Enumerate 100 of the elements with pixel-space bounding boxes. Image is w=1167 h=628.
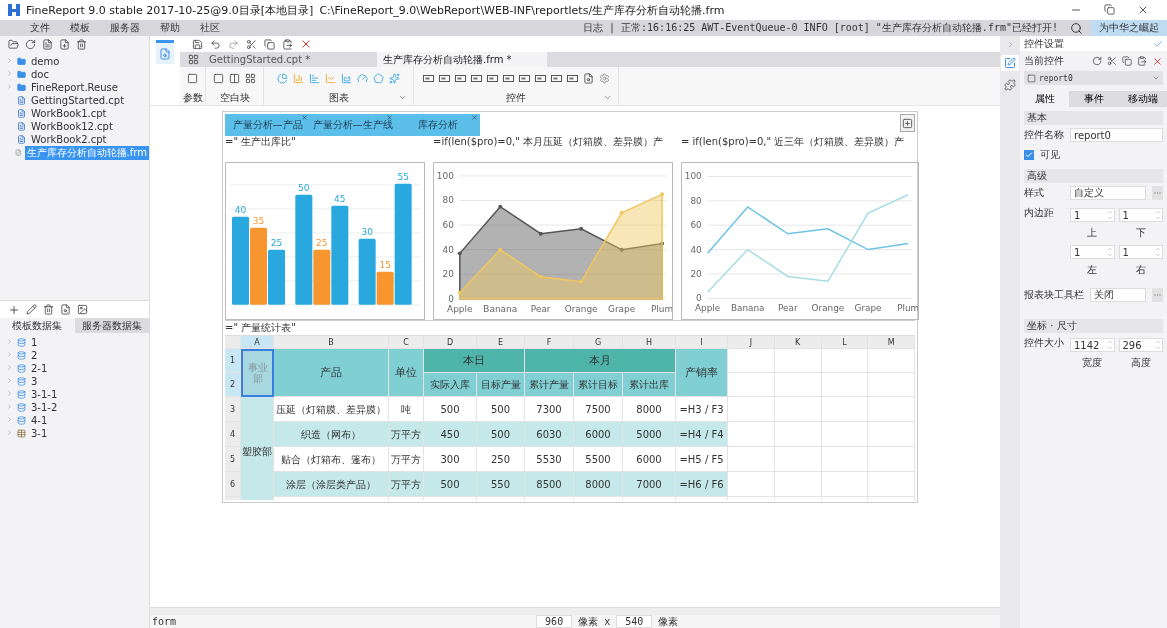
visible-checkbox[interactable] xyxy=(1024,150,1034,160)
undo-icon[interactable] xyxy=(210,38,221,50)
template-icon[interactable] xyxy=(188,54,199,65)
dataset-item[interactable]: 3-1 xyxy=(29,428,50,439)
preview-icon[interactable] xyxy=(159,47,171,60)
section-header[interactable]: 基本 xyxy=(1024,111,1163,125)
file-item[interactable]: WorkBook12.cpt xyxy=(29,121,115,132)
line-chart-icon[interactable] xyxy=(325,72,336,84)
gear-icon[interactable] xyxy=(598,72,610,84)
column-header[interactable]: I xyxy=(676,336,728,349)
edit-icon[interactable] xyxy=(26,304,37,315)
preview-icon[interactable] xyxy=(582,72,594,84)
pie-chart-icon[interactable] xyxy=(277,72,288,84)
panel-tab[interactable]: 事件 xyxy=(1069,91,1118,107)
dataset-tab[interactable]: 服务器数据集 xyxy=(74,318,149,333)
dropdown-icon[interactable] xyxy=(1152,74,1160,82)
panel-tab[interactable]: 移动端 xyxy=(1118,91,1167,107)
paste-icon[interactable] xyxy=(1137,55,1147,66)
scatter-chart-icon[interactable] xyxy=(389,72,400,84)
parameter-icon[interactable] xyxy=(187,72,198,84)
number-field[interactable]: 296 xyxy=(1118,338,1163,352)
dataset-item[interactable]: 4-1 xyxy=(29,415,50,426)
trash-icon[interactable] xyxy=(43,304,54,315)
restore-icon[interactable] xyxy=(1104,4,1115,15)
column-header[interactable]: E xyxy=(477,336,525,349)
column-header[interactable]: D xyxy=(424,336,477,349)
file-item[interactable]: WorkBook2.cpt xyxy=(29,134,109,145)
dataset-item[interactable]: 2-1 xyxy=(29,363,50,374)
row-header[interactable]: 1 xyxy=(225,349,241,373)
preview-button[interactable] xyxy=(156,40,174,64)
radar-chart-icon[interactable] xyxy=(373,72,384,84)
file-item[interactable]: demo xyxy=(29,56,62,67)
gauge-icon[interactable] xyxy=(357,72,368,84)
column-header[interactable]: G xyxy=(574,336,623,349)
number-field[interactable]: 1 xyxy=(1118,208,1163,222)
column-header[interactable]: C xyxy=(389,336,424,349)
widget-dropdown[interactable]: report0 xyxy=(1024,71,1163,85)
height-field[interactable]: 540 xyxy=(616,615,653,628)
column-header[interactable]: L xyxy=(821,336,869,349)
file-item[interactable]: doc xyxy=(29,69,51,80)
area-chart-icon[interactable] xyxy=(341,72,352,84)
widget-icon[interactable] xyxy=(454,73,466,83)
dropdown-icon[interactable] xyxy=(398,93,407,102)
widget-icon[interactable] xyxy=(486,73,498,83)
grid-icon[interactable] xyxy=(245,72,256,84)
column-header[interactable]: F xyxy=(525,336,574,349)
section-header[interactable]: 坐标 · 尺寸 xyxy=(1024,319,1163,333)
cut-icon[interactable] xyxy=(1107,55,1117,66)
carousel-tab[interactable]: 库存分析 xyxy=(395,114,480,136)
horizontal-scrollbar[interactable] xyxy=(150,607,1000,615)
check-icon[interactable] xyxy=(1153,38,1163,49)
close-icon[interactable] xyxy=(1137,4,1149,16)
number-field[interactable]: 1142 xyxy=(1070,338,1115,352)
add-file-icon[interactable] xyxy=(59,38,70,50)
name-field[interactable]: report0 xyxy=(1070,128,1163,142)
preview-icon[interactable] xyxy=(60,304,71,315)
file-item[interactable]: WorkBook1.cpt xyxy=(29,108,109,119)
carousel-tab[interactable]: 产量分析—产品 xyxy=(225,114,310,136)
split-icon[interactable] xyxy=(229,72,240,84)
column-header[interactable]: B xyxy=(274,336,389,349)
row-header[interactable]: 5 xyxy=(225,447,241,472)
dataset-item[interactable]: 2 xyxy=(29,350,40,361)
number-field[interactable]: 1 xyxy=(1070,208,1115,222)
menu-item[interactable]: 帮助 xyxy=(150,21,190,35)
row-header[interactable]: 2 xyxy=(225,373,241,397)
copy-icon[interactable] xyxy=(1122,55,1132,66)
number-field[interactable]: 1 xyxy=(1070,245,1115,259)
document-icon[interactable] xyxy=(42,38,53,50)
column-header[interactable]: J xyxy=(728,336,775,349)
widget-icon[interactable] xyxy=(422,73,434,83)
redo-icon[interactable] xyxy=(228,38,239,50)
file-item[interactable]: FineReport.Reuse xyxy=(29,82,120,93)
menu-item[interactable]: 社区 xyxy=(190,21,230,35)
widget-icon[interactable] xyxy=(502,73,514,83)
dataset-item[interactable]: 3-1-2 xyxy=(29,402,60,413)
save-icon[interactable] xyxy=(192,38,203,50)
column-header[interactable]: M xyxy=(868,336,915,349)
paste-icon[interactable] xyxy=(282,38,293,50)
delete-icon[interactable] xyxy=(1152,55,1163,67)
block-icon[interactable] xyxy=(213,72,224,84)
widget-icon[interactable] xyxy=(534,73,546,83)
add-icon[interactable] xyxy=(8,303,20,316)
widget-icon[interactable] xyxy=(550,73,562,83)
section-header[interactable]: 高级 xyxy=(1024,169,1163,183)
dropdown-icon[interactable] xyxy=(603,93,612,102)
menu-item[interactable]: 文件 xyxy=(20,21,60,35)
close-icon[interactable] xyxy=(386,114,393,121)
width-field[interactable]: 960 xyxy=(536,615,573,628)
style-field[interactable]: 自定义 xyxy=(1070,186,1146,200)
cut-icon[interactable] xyxy=(246,38,257,50)
dataset-item[interactable]: 1 xyxy=(29,337,40,348)
column-header[interactable]: A xyxy=(241,336,274,349)
copy-icon[interactable] xyxy=(264,38,275,50)
column-header[interactable]: K xyxy=(774,336,822,349)
menu-item[interactable]: 模板 xyxy=(60,21,100,35)
row-header[interactable]: 3 xyxy=(225,397,241,422)
carousel-tab[interactable]: 产量分析—生产线 xyxy=(310,114,395,136)
delete-icon[interactable] xyxy=(300,38,312,50)
bar-chart-icon[interactable] xyxy=(309,72,320,84)
document-tab[interactable]: 生产库存分析自动轮播.frm * xyxy=(377,52,547,67)
